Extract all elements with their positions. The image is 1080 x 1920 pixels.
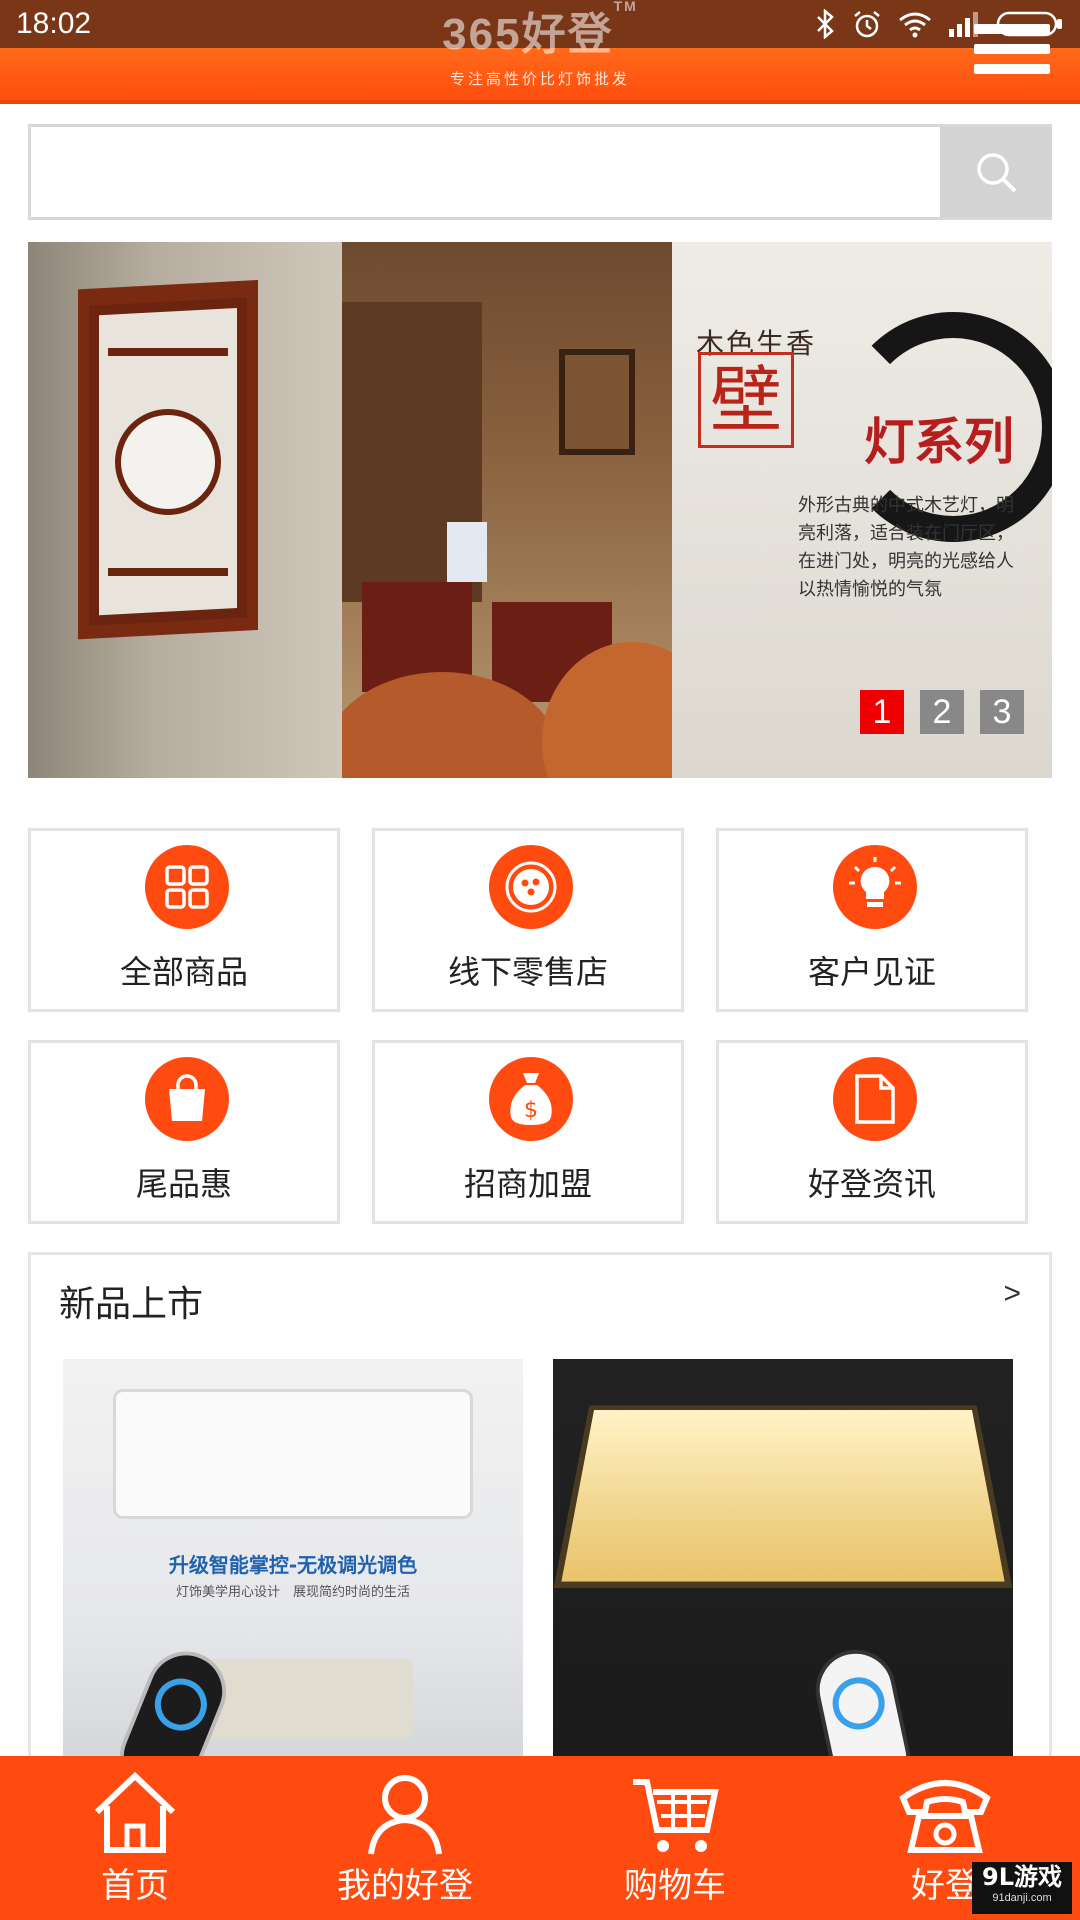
- phone-icon: [899, 1780, 991, 1853]
- search-input[interactable]: [31, 127, 940, 217]
- product-image-ceiling-lamp: [113, 1389, 473, 1519]
- banner-wall-char: 壁: [698, 352, 794, 448]
- brand-logo: 365好登TM: [0, 0, 1080, 62]
- product-card[interactable]: 升级智能掌控-无极调光调色 灯饰美学用心设计 展现简约时尚的生活: [63, 1359, 523, 1769]
- nav-label: 我的好登: [337, 1866, 473, 1906]
- banner-title: 灯系列: [864, 412, 1014, 471]
- banner-description: 外形古典的中式木艺灯，明亮利落，适合装在门厅区，在进门处，明亮的光感给人以热情愉…: [798, 495, 1014, 600]
- category-news[interactable]: 好登资讯: [716, 1040, 1028, 1224]
- cart-icon: [633, 1779, 719, 1852]
- category-retail-stores[interactable]: 线下零售店: [372, 828, 684, 1012]
- remote-control-image: [808, 1642, 918, 1769]
- bottom-nav: 首页 我的好登 购物车 好登 9L游戏 91danji.com: [0, 1756, 1080, 1920]
- category-franchise[interactable]: $ 招商加盟: [372, 1040, 684, 1224]
- category-label: 客户见证: [807, 953, 936, 991]
- product-image-ceiling-lamp: [553, 1405, 1013, 1588]
- document-icon: [833, 1057, 917, 1141]
- logo-text: 365好登: [442, 10, 614, 59]
- category-label: 招商加盟: [463, 1165, 592, 1203]
- category-all-products[interactable]: 全部商品: [28, 828, 340, 1012]
- more-link[interactable]: >: [1003, 1277, 1021, 1311]
- user-icon: [368, 1775, 442, 1855]
- category-label: 好登资讯: [807, 1165, 936, 1203]
- logo-tm: TM: [613, 0, 638, 14]
- search-bar: [28, 124, 1052, 220]
- search-icon: [977, 153, 1017, 193]
- shopping-bag-icon: [145, 1057, 229, 1141]
- lightbulb-icon: [833, 845, 917, 929]
- app-screen: 18:02 365好登TM 专注高性价比灯饰批发 木色生香 壁 灯系列 外形古典…: [0, 0, 1080, 1920]
- category-label: 尾品惠: [135, 1165, 232, 1203]
- product-promo-sub: 灯饰美学用心设计 展现简约时尚的生活: [175, 1585, 410, 1600]
- nav-home[interactable]: 首页: [0, 1756, 270, 1920]
- money-bag-icon: $: [489, 1057, 573, 1141]
- nav-label: 首页: [101, 1866, 169, 1906]
- watermark-main: 9L游戏: [982, 1863, 1062, 1891]
- watermark-sub: 91danji.com: [992, 1892, 1052, 1904]
- banner-page-1[interactable]: 1: [860, 690, 904, 734]
- search-button[interactable]: [940, 127, 1052, 217]
- grid-icon: [145, 845, 229, 929]
- site-watermark: 9L游戏 91danji.com: [972, 1862, 1072, 1914]
- nav-cart[interactable]: 购物车: [540, 1756, 810, 1920]
- category-label: 全部商品: [119, 953, 248, 991]
- product-card[interactable]: [553, 1359, 1013, 1769]
- banner-pagination: 1 2 3: [860, 690, 1024, 734]
- menu-icon[interactable]: [974, 24, 1050, 84]
- store-dots-icon: [489, 845, 573, 929]
- product-promo: 升级智能掌控-无极调光调色: [168, 1553, 418, 1577]
- nav-label: 购物车: [624, 1866, 726, 1906]
- banner-page-3[interactable]: 3: [980, 690, 1024, 734]
- new-products-section: 新品上市 > 升级智能掌控-无极调光调色 灯饰美学用心设计 展现简约时尚的生活: [28, 1252, 1052, 1772]
- category-label: 线下零售店: [447, 953, 608, 991]
- logo-subtitle: 专注高性价比灯饰批发: [449, 70, 630, 88]
- category-testimonials[interactable]: 客户见证: [716, 828, 1028, 1012]
- app-header: 365好登TM 专注高性价比灯饰批发: [0, 0, 1080, 104]
- nav-my-account[interactable]: 我的好登: [270, 1756, 540, 1920]
- section-title: 新品上市: [59, 1284, 204, 1325]
- category-clearance[interactable]: 尾品惠: [28, 1040, 340, 1224]
- svg-text:$: $: [524, 1098, 538, 1123]
- promo-banner[interactable]: 木色生香 壁 灯系列 外形古典的中式木艺灯，明亮利落，适合装在门厅区，在进门处，…: [28, 242, 1052, 778]
- banner-image-wall-lamp: [28, 242, 342, 778]
- banner-image-room: [322, 242, 722, 778]
- home-icon: [94, 1771, 176, 1853]
- banner-page-2[interactable]: 2: [920, 690, 964, 734]
